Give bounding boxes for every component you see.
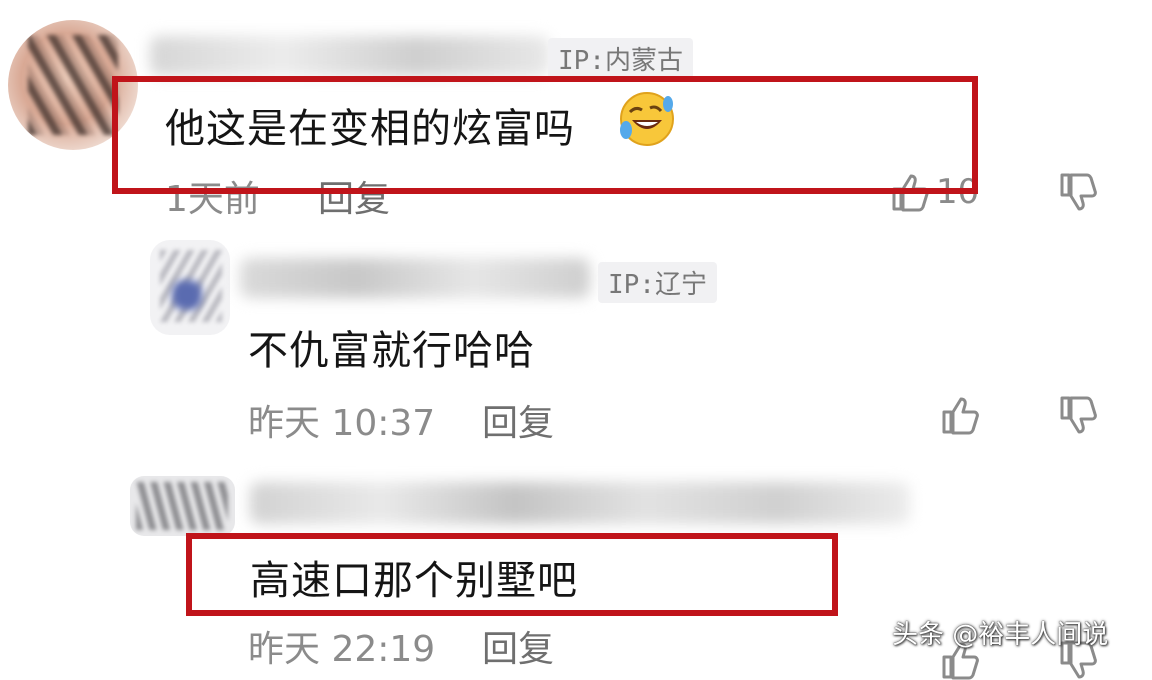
reply-button[interactable]: 回复: [482, 620, 554, 672]
avatar[interactable]: [150, 240, 230, 335]
highlight-box: [112, 76, 978, 194]
avatar[interactable]: [130, 476, 235, 536]
thumbs-down-icon[interactable]: [1058, 395, 1098, 435]
reply-button[interactable]: 回复: [482, 394, 554, 446]
username-redacted: [150, 36, 550, 76]
thumbs-down-icon[interactable]: [1058, 172, 1098, 212]
highlight-box: [186, 533, 838, 616]
ip-location-tag: IP:辽宁: [598, 262, 717, 303]
comment-text: 不仇富就行哈哈: [248, 328, 535, 374]
thumbs-up-icon[interactable]: [940, 395, 980, 435]
comment-time: 昨天 10:37: [248, 403, 436, 444]
username-redacted: [240, 258, 590, 298]
comment-time: 昨天 22:19: [248, 629, 436, 670]
watermark: 头条 @裕丰人间说: [892, 620, 1109, 650]
ip-location-tag: IP:内蒙古: [548, 38, 693, 79]
username-redacted: [250, 482, 910, 524]
